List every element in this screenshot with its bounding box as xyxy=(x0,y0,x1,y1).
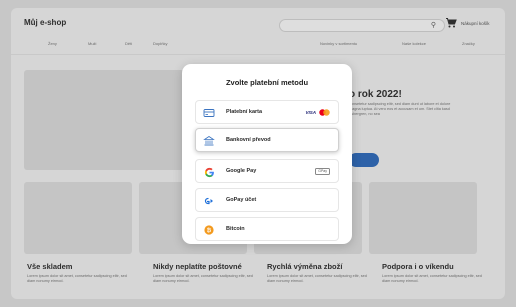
payment-method-modal: Zvolte platební metodu Platební karta VI… xyxy=(182,64,352,244)
visa-logo: VISA xyxy=(305,109,316,115)
credit-card-icon xyxy=(203,107,215,119)
feature-title: Vše skladem xyxy=(27,262,73,271)
payment-option-card[interactable]: Platební karta VISA xyxy=(195,100,339,124)
hero-title: o rok 2022! xyxy=(349,89,402,100)
cart-icon xyxy=(446,17,457,28)
payment-option-label: Platební karta xyxy=(226,109,263,115)
bitcoin-icon: ₿ xyxy=(203,224,215,236)
nav-item-muzi[interactable]: Muži xyxy=(88,41,96,46)
google-icon xyxy=(203,166,215,178)
payment-option-label: GoPay účet xyxy=(226,197,257,203)
feature-image xyxy=(24,182,132,254)
cart-label: Nákupní košík xyxy=(461,20,490,26)
nav-item-deti[interactable]: Děti xyxy=(125,41,132,46)
gpay-badge: GPay xyxy=(315,167,330,175)
payment-option-bitcoin[interactable]: ₿ Bitcoin xyxy=(195,217,339,241)
shop-logo[interactable]: Můj e-shop xyxy=(24,18,66,27)
nav-item-doplnky[interactable]: Doplňky xyxy=(153,41,167,46)
search-icon[interactable]: ⚲ xyxy=(431,20,436,31)
payment-option-google-pay[interactable]: Google Pay GPay xyxy=(195,159,339,183)
nav-item-novinky[interactable]: Novinky v sortimentu xyxy=(320,41,357,46)
svg-text:₿: ₿ xyxy=(207,227,212,234)
nav-divider xyxy=(11,54,505,55)
payment-option-label: Bitcoin xyxy=(226,226,245,232)
feature-image xyxy=(369,182,477,254)
feature-title: Nikdy neplatíte poštovné xyxy=(153,262,242,271)
payment-option-label: Google Pay xyxy=(226,168,257,174)
shop-header: Můj e-shop ⚲ Nákupní košík Ženy Muži Dět… xyxy=(11,8,505,66)
nav-item-kolekce[interactable]: Naše kolekce xyxy=(402,41,426,46)
search-input[interactable]: ⚲ xyxy=(279,19,445,32)
card-brands: VISA xyxy=(305,108,330,116)
hero-image xyxy=(24,70,184,170)
payment-option-label: Bankovní převod xyxy=(226,137,271,143)
nav-item-znacky[interactable]: Značky xyxy=(462,41,475,46)
gpay-logo: GPay xyxy=(315,167,330,175)
gopay-icon xyxy=(203,195,215,207)
feature-text: Lorem ipsum dolor sit amet, consetetur s… xyxy=(382,274,482,284)
payment-option-bank-transfer[interactable]: Bankovní převod xyxy=(195,128,339,152)
payment-option-gopay[interactable]: GoPay účet xyxy=(195,188,339,212)
feature-text: Lorem ipsum dolor sit amet, consetetur s… xyxy=(27,274,127,284)
modal-title: Zvolte platební metodu xyxy=(225,78,309,87)
bank-icon xyxy=(203,135,215,147)
feature-title: Podpora i o víkendu xyxy=(382,262,454,271)
feature-text: Lorem ipsum dolor sit amet, consetetur s… xyxy=(267,274,367,284)
main-nav: Ženy Muži Děti Doplňky Novinky v sortime… xyxy=(11,41,505,49)
feature-text: Lorem ipsum dolor sit amet, consetetur s… xyxy=(153,274,253,284)
nav-item-zeny[interactable]: Ženy xyxy=(48,41,57,46)
hero-button[interactable] xyxy=(349,153,379,167)
feature-title: Rychlá výměna zboží xyxy=(267,262,343,271)
hero-text: consetetur sadipscing elitr, sed diam du… xyxy=(349,102,451,117)
mastercard-icon xyxy=(319,108,330,116)
cart-button[interactable]: Nákupní košík xyxy=(445,17,490,29)
